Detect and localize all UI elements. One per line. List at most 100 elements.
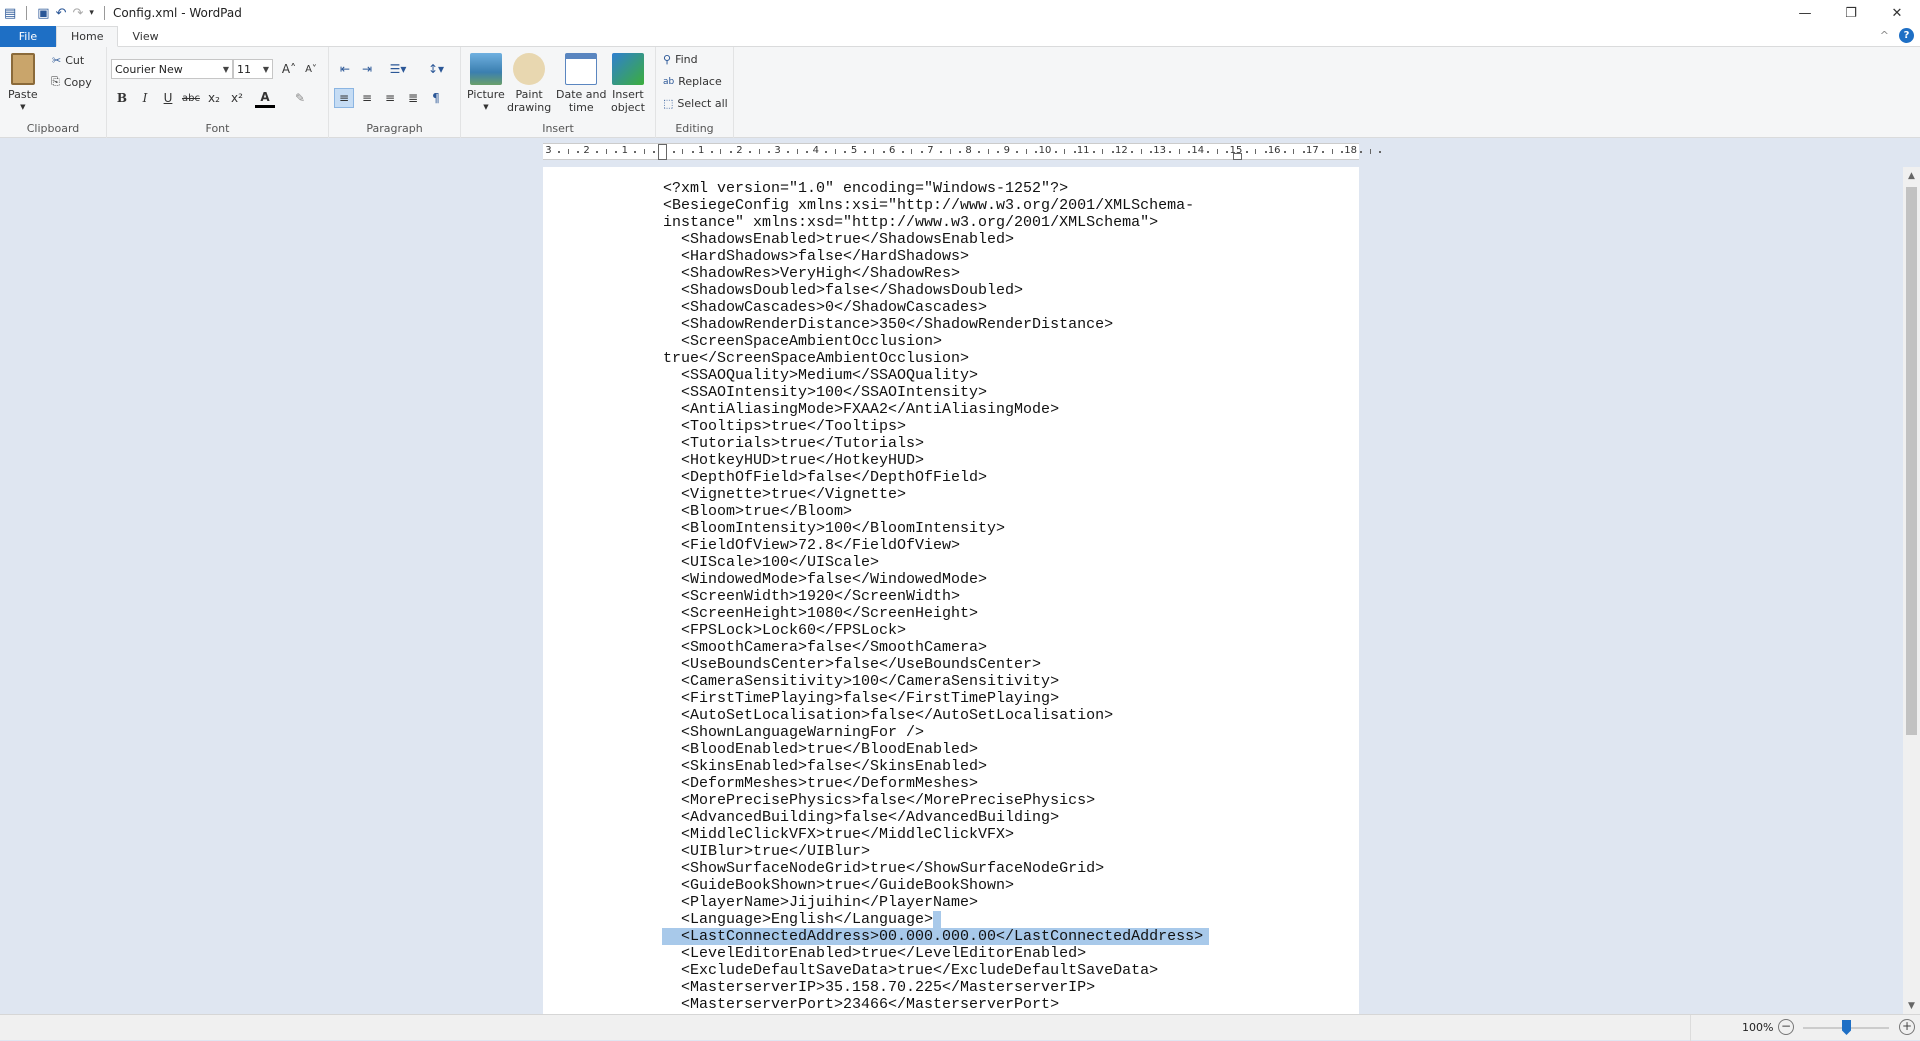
text-line[interactable]: <MiddleClickVFX>true</MiddleClickVFX> bbox=[663, 826, 1209, 843]
zoom-slider-thumb[interactable] bbox=[1842, 1020, 1851, 1035]
font-family-select[interactable]: Courier New ▼ bbox=[111, 59, 233, 79]
justify-icon[interactable]: ≣ bbox=[403, 88, 423, 108]
font-size-select[interactable]: 11 ▼ bbox=[233, 59, 273, 79]
text-line[interactable]: <Tooltips>true</Tooltips> bbox=[663, 418, 1209, 435]
ruler[interactable]: 3 2 1 1 2 3 4 5 6 7 8 9 10 11 12 13 14 15 16 17 18 bbox=[543, 143, 1382, 160]
align-center-icon[interactable]: ≡ bbox=[357, 88, 377, 108]
date-time-button[interactable]: Date and time bbox=[556, 53, 606, 114]
grow-font-button[interactable]: A˄ bbox=[279, 59, 299, 79]
align-left-icon[interactable]: ≡ bbox=[334, 88, 354, 108]
text-line[interactable]: <SSAOIntensity>100</SSAOIntensity> bbox=[663, 384, 1209, 401]
text-line[interactable]: <ShadowRenderDistance>350</ShadowRenderD… bbox=[663, 316, 1209, 333]
restore-button[interactable]: ❐ bbox=[1828, 0, 1874, 26]
zoom-in-button[interactable]: + bbox=[1899, 1019, 1915, 1035]
text-line[interactable]: <GuideBookShown>true</GuideBookShown> bbox=[663, 877, 1209, 894]
text-line[interactable]: <ExcludeDefaultSaveData>true</ExcludeDef… bbox=[663, 962, 1209, 979]
text-line[interactable]: <DeformMeshes>true</DeformMeshes> bbox=[663, 775, 1209, 792]
text-line[interactable]: <ScreenHeight>1080</ScreenHeight> bbox=[663, 605, 1209, 622]
scroll-down-icon[interactable]: ▼ bbox=[1903, 997, 1920, 1014]
selected-text-line[interactable]: <LastConnectedAddress>00.000.000.00</Las… bbox=[662, 928, 1209, 945]
align-right-icon[interactable]: ≡ bbox=[380, 88, 400, 108]
bullet-list-icon[interactable]: ☰▾ bbox=[383, 59, 413, 79]
superscript-button[interactable]: x² bbox=[227, 88, 247, 108]
vertical-scrollbar[interactable]: ▲ ▼ bbox=[1903, 167, 1920, 1014]
text-line[interactable]: true</ScreenSpaceAmbientOcclusion> bbox=[663, 350, 1209, 367]
text-line[interactable]: <FieldOfView>72.8</FieldOfView> bbox=[663, 537, 1209, 554]
text-line[interactable]: instance" xmlns:xsd="http://www.w3.org/2… bbox=[663, 214, 1209, 231]
redo-icon[interactable]: ↷ bbox=[73, 6, 84, 21]
scroll-up-icon[interactable]: ▲ bbox=[1903, 167, 1920, 184]
text-line[interactable]: <Tutorials>true</Tutorials> bbox=[663, 435, 1209, 452]
highlight-button[interactable]: ✎ bbox=[290, 88, 310, 108]
text-line[interactable]: <SmoothCamera>false</SmoothCamera> bbox=[663, 639, 1209, 656]
text-line[interactable]: <ShowSurfaceNodeGrid>true</ShowSurfaceNo… bbox=[663, 860, 1209, 877]
insert-object-button[interactable]: Insert object bbox=[611, 53, 645, 114]
text-line[interactable]: <BesiegeConfig xmlns:xsi="http://www.w3.… bbox=[663, 197, 1209, 214]
text-line[interactable]: <PlayerName>Jijuihin</PlayerName> bbox=[663, 894, 1209, 911]
strikethrough-button[interactable]: abc bbox=[181, 88, 201, 108]
text-line[interactable]: <Language>English</Language> bbox=[663, 911, 1209, 928]
text-line[interactable]: <BloodEnabled>true</BloodEnabled> bbox=[663, 741, 1209, 758]
text-line[interactable]: <AutoSetLocalisation>false</AutoSetLocal… bbox=[663, 707, 1209, 724]
line-spacing-icon[interactable]: ↕▾ bbox=[421, 59, 451, 79]
text-color-button[interactable]: A bbox=[255, 88, 275, 108]
text-line[interactable]: <CameraSensitivity>100</CameraSensitivit… bbox=[663, 673, 1209, 690]
italic-button[interactable]: I bbox=[135, 88, 155, 108]
tab-view[interactable]: View bbox=[118, 26, 172, 47]
text-line[interactable]: <UseBoundsCenter>false</UseBoundsCenter> bbox=[663, 656, 1209, 673]
text-line[interactable]: <Vignette>true</Vignette> bbox=[663, 486, 1209, 503]
tab-file[interactable]: File bbox=[0, 26, 56, 47]
find-button[interactable]: ⚲ Find bbox=[663, 53, 698, 66]
subscript-button[interactable]: x₂ bbox=[204, 88, 224, 108]
document-text[interactable]: <?xml version="1.0" encoding="Windows-12… bbox=[662, 180, 1209, 1013]
collapse-ribbon-icon[interactable]: ^ bbox=[1880, 29, 1889, 42]
text-line[interactable]: <SkinsEnabled>false</SkinsEnabled> bbox=[663, 758, 1209, 775]
text-line[interactable]: <Bloom>true</Bloom> bbox=[663, 503, 1209, 520]
text-line[interactable]: <FirstTimePlaying>false</FirstTimePlayin… bbox=[663, 690, 1209, 707]
scrollbar-thumb[interactable] bbox=[1906, 187, 1917, 735]
underline-button[interactable]: U bbox=[158, 88, 178, 108]
indent-marker-icon[interactable] bbox=[658, 144, 667, 160]
text-line[interactable]: <ShownLanguageWarningFor /> bbox=[663, 724, 1209, 741]
text-line[interactable]: <HotkeyHUD>true</HotkeyHUD> bbox=[663, 452, 1209, 469]
decrease-indent-icon[interactable]: ⇤ bbox=[335, 59, 355, 79]
paste-button[interactable]: Paste ▼ bbox=[8, 53, 38, 114]
text-line[interactable]: <AdvancedBuilding>false</AdvancedBuildin… bbox=[663, 809, 1209, 826]
text-line[interactable]: <SSAOQuality>Medium</SSAOQuality> bbox=[663, 367, 1209, 384]
text-line[interactable]: <ScreenWidth>1920</ScreenWidth> bbox=[663, 588, 1209, 605]
document-page[interactable]: <?xml version="1.0" encoding="Windows-12… bbox=[543, 167, 1359, 1014]
customize-toolbar-icon[interactable]: ▾ bbox=[89, 8, 94, 18]
text-line[interactable]: <?xml version="1.0" encoding="Windows-12… bbox=[663, 180, 1209, 197]
text-line[interactable]: <ShadowRes>VeryHigh</ShadowRes> bbox=[663, 265, 1209, 282]
minimize-button[interactable]: — bbox=[1782, 0, 1828, 26]
tab-home[interactable]: Home bbox=[56, 26, 119, 47]
text-line[interactable]: <DepthOfField>false</DepthOfField> bbox=[663, 469, 1209, 486]
undo-icon[interactable]: ↶ bbox=[56, 6, 67, 21]
text-line[interactable]: <ShadowsEnabled>true</ShadowsEnabled> bbox=[663, 231, 1209, 248]
save-icon[interactable]: ▣ bbox=[37, 6, 49, 21]
text-line[interactable]: <ScreenSpaceAmbientOcclusion> bbox=[663, 333, 1209, 350]
text-line[interactable]: <MorePrecisePhysics>false</MorePrecisePh… bbox=[663, 792, 1209, 809]
replace-button[interactable]: ab Replace bbox=[663, 75, 722, 88]
text-line[interactable]: <MasterserverIP>35.158.70.225</Masterser… bbox=[663, 979, 1209, 996]
paint-drawing-button[interactable]: Paint drawing bbox=[507, 53, 551, 114]
paragraph-icon[interactable]: ¶ bbox=[426, 88, 446, 108]
shrink-font-button[interactable]: A˅ bbox=[301, 59, 321, 79]
text-line[interactable]: <AntiAliasingMode>FXAA2</AntiAliasingMod… bbox=[663, 401, 1209, 418]
text-line[interactable]: <WindowedMode>false</WindowedMode> bbox=[663, 571, 1209, 588]
text-line[interactable]: <BloomIntensity>100</BloomIntensity> bbox=[663, 520, 1209, 537]
text-line[interactable]: <HardShadows>false</HardShadows> bbox=[663, 248, 1209, 265]
text-line[interactable]: <LevelEditorEnabled>true</LevelEditorEna… bbox=[663, 945, 1209, 962]
picture-button[interactable]: Picture ▼ bbox=[467, 53, 505, 114]
text-line[interactable]: <UIScale>100</UIScale> bbox=[663, 554, 1209, 571]
text-line[interactable]: <UIBlur>true</UIBlur> bbox=[663, 843, 1209, 860]
increase-indent-icon[interactable]: ⇥ bbox=[357, 59, 377, 79]
wordpad-app-icon[interactable]: ▤ bbox=[4, 6, 16, 21]
text-line[interactable]: <FPSLock>Lock60</FPSLock> bbox=[663, 622, 1209, 639]
text-line[interactable]: <MasterserverPort>23466</MasterserverPor… bbox=[663, 996, 1209, 1013]
copy-button[interactable]: ⎘ Copy bbox=[51, 75, 92, 89]
help-icon[interactable]: ? bbox=[1899, 28, 1914, 43]
select-all-button[interactable]: ⬚ Select all bbox=[663, 97, 728, 110]
text-line[interactable]: <ShadowsDoubled>false</ShadowsDoubled> bbox=[663, 282, 1209, 299]
zoom-out-button[interactable]: − bbox=[1778, 1019, 1794, 1035]
